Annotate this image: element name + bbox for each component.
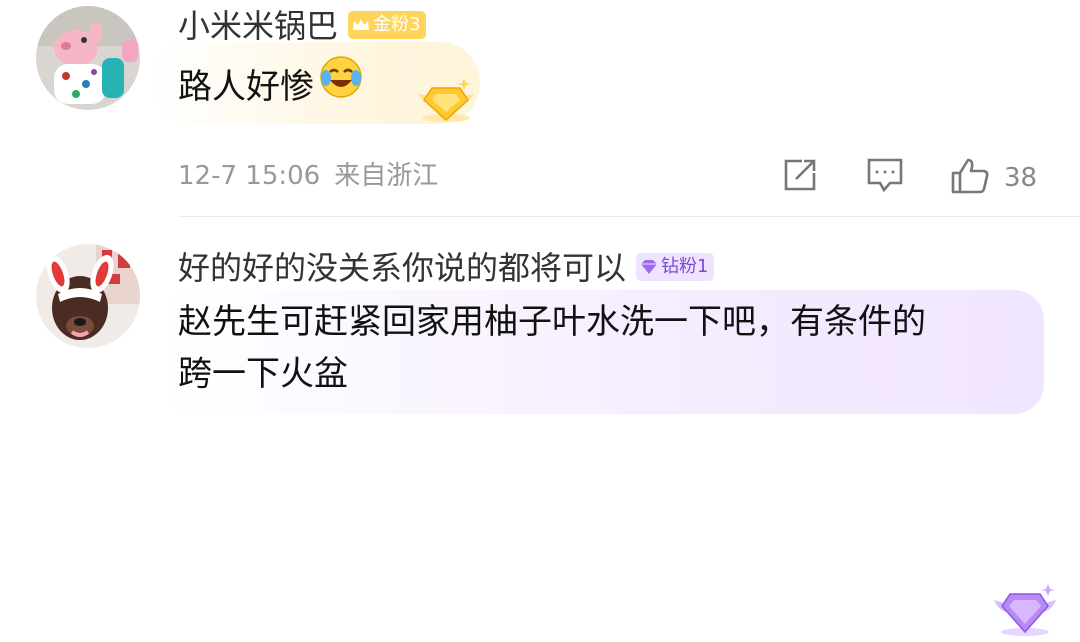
comment-item: 小米米锅巴 金粉3 路人好惨 12-7 15:06 来自浙江 38: [0, 0, 1080, 218]
crown-icon: [352, 17, 370, 33]
gold-fan-crown-icon: [412, 74, 480, 130]
comment-text: 赵先生可赶紧回家用柚子叶水洗一下吧，有条件的 跨一下火盆: [178, 302, 926, 394]
avatar[interactable]: [36, 244, 140, 348]
avatar[interactable]: [36, 6, 140, 110]
diamond-icon: [640, 259, 658, 275]
username[interactable]: 小米米锅巴 金粉3: [178, 6, 427, 46]
like-icon: [950, 157, 990, 199]
share-button[interactable]: [782, 157, 818, 197]
comment-meta: 12-7 15:06 来自浙江: [178, 158, 438, 194]
comment-text: 路人好惨: [178, 56, 364, 119]
divider: [178, 216, 1080, 217]
comment-icon: [866, 157, 904, 197]
like-count: 38: [1004, 163, 1038, 193]
reply-button[interactable]: [866, 157, 904, 197]
laugh-cry-emoji: [318, 54, 364, 115]
share-icon: [782, 157, 818, 197]
diamond-fan-crown-icon: [990, 582, 1060, 642]
comment-location: 来自浙江: [334, 161, 439, 191]
fan-badge[interactable]: 钻粉1: [636, 253, 715, 281]
comment-timestamp: 12-7 15:06: [178, 161, 321, 191]
comment-item: 好的好的没关系你说的都将可以 钻粉1 赵先生可赶紧回家用柚子叶水洗一下吧，有条件的…: [0, 218, 1080, 636]
username[interactable]: 好的好的没关系你说的都将可以 钻粉1: [178, 248, 715, 288]
like-button[interactable]: 38: [950, 157, 1037, 199]
fan-badge[interactable]: 金粉3: [348, 11, 427, 39]
